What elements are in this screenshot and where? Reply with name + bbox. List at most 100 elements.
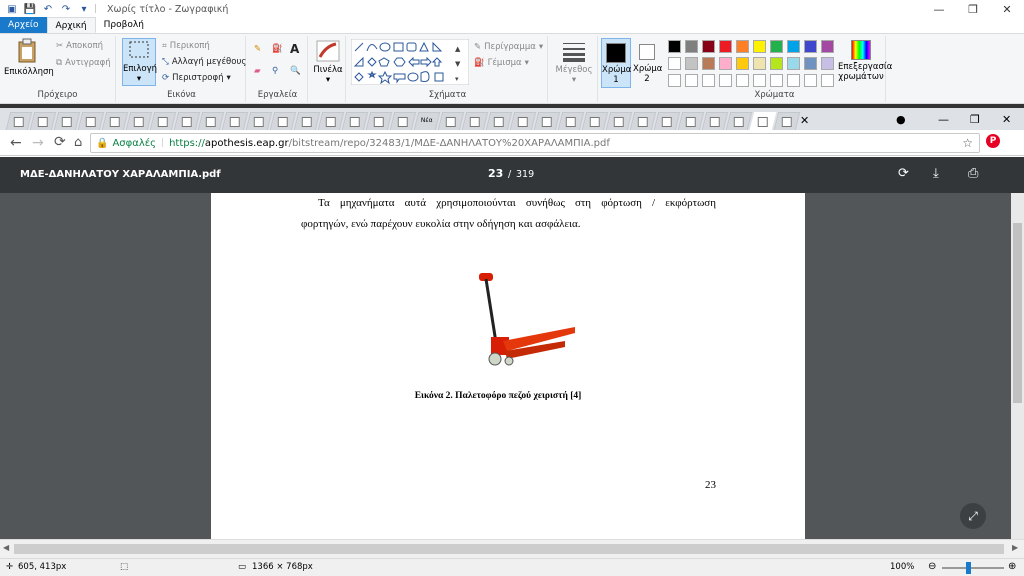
horizontal-scroll-thumb[interactable] — [14, 544, 1004, 554]
vertical-scrollbar[interactable] — [1011, 193, 1024, 539]
browser-tab[interactable] — [605, 112, 633, 130]
browser-tab[interactable] — [341, 112, 369, 130]
pinterest-icon[interactable]: P — [986, 134, 1000, 148]
crop-button[interactable]: ⌗ Περικοπή — [162, 41, 210, 51]
palette-swatch[interactable] — [702, 40, 715, 53]
rotate-pdf-icon[interactable]: ⟳ — [898, 166, 909, 181]
palette-swatch[interactable] — [821, 40, 834, 53]
browser-tab[interactable] — [629, 112, 657, 130]
save-icon[interactable]: 💾 — [24, 3, 36, 15]
palette-swatch[interactable] — [804, 40, 817, 53]
select-button[interactable]: Επιλογή ▾ — [122, 38, 157, 86]
browser-maximize-icon[interactable]: ❐ — [970, 113, 980, 126]
palette-swatch-empty[interactable] — [702, 74, 715, 87]
browser-minimize-icon[interactable]: — — [938, 113, 949, 126]
browser-tab[interactable] — [653, 112, 681, 130]
browser-tab[interactable] — [557, 112, 585, 130]
palette-swatch[interactable] — [770, 40, 783, 53]
shapes-gallery[interactable]: ▲ ▼ ▾ — [351, 39, 469, 85]
tab-close-icon[interactable]: ✕ — [800, 114, 809, 127]
zoom-out-icon[interactable]: ⊖ — [928, 561, 936, 572]
undo-icon[interactable]: ↶ — [42, 3, 54, 15]
browser-tab[interactable]: Νέα — [413, 112, 441, 130]
fill-bucket-icon[interactable]: ⛽ — [272, 44, 283, 54]
back-icon[interactable]: ← — [10, 135, 22, 151]
forward-icon[interactable]: → — [32, 135, 44, 151]
quick-access-dropdown-icon[interactable]: ▾ — [78, 3, 90, 15]
palette-swatch[interactable] — [804, 57, 817, 70]
scroll-right-icon[interactable]: ▶ — [1012, 543, 1018, 552]
browser-tab[interactable] — [293, 112, 321, 130]
fit-page-icon[interactable]: ⤢ — [960, 503, 986, 529]
browser-tab[interactable] — [53, 112, 81, 130]
profile-icon[interactable]: ● — [896, 113, 906, 126]
browser-tab[interactable] — [125, 112, 153, 130]
palette-swatch[interactable] — [685, 40, 698, 53]
browser-tab[interactable] — [149, 112, 177, 130]
palette-swatch-empty[interactable] — [685, 74, 698, 87]
resize-button[interactable]: ⤡ Αλλαγή μεγέθους — [162, 57, 246, 67]
copy-button[interactable]: ⧉ Αντιγραφή — [56, 58, 111, 68]
browser-tab[interactable] — [485, 112, 513, 130]
close-icon[interactable]: ✕ — [990, 0, 1024, 18]
paste-button[interactable]: Επικόλληση — [4, 38, 54, 77]
zoom-slider[interactable] — [942, 567, 1004, 569]
download-icon[interactable]: ⤓ — [933, 166, 939, 181]
palette-swatch[interactable] — [702, 57, 715, 70]
browser-tab[interactable] — [437, 112, 465, 130]
palette-swatch[interactable] — [787, 57, 800, 70]
browser-tab[interactable] — [269, 112, 297, 130]
color2-button[interactable]: Χρώμα 2 — [633, 38, 662, 88]
palette-swatch-empty[interactable] — [736, 74, 749, 87]
palette-swatch[interactable] — [753, 57, 766, 70]
browser-tab[interactable] — [101, 112, 129, 130]
reload-icon[interactable]: ⟳ — [54, 134, 66, 150]
browser-tab[interactable] — [317, 112, 345, 130]
browser-tab[interactable] — [245, 112, 273, 130]
minimize-icon[interactable]: — — [922, 0, 956, 18]
palette-swatch[interactable] — [787, 40, 800, 53]
fill-button[interactable]: ⛽ Γέμισμα ▾ — [474, 58, 529, 68]
browser-tab[interactable] — [677, 112, 705, 130]
browser-tab[interactable] — [389, 112, 417, 130]
tab-view[interactable]: Προβολή — [96, 17, 152, 33]
rotate-button[interactable]: ⟳ Περιστροφή ▾ — [162, 73, 231, 83]
browser-tab[interactable] — [173, 112, 201, 130]
horizontal-scrollbar[interactable]: ◀ ▶ — [0, 539, 1024, 558]
tab-home[interactable]: Αρχική — [46, 17, 96, 33]
edit-colors-button[interactable]: Επεξεργασία χρωμάτων — [838, 40, 892, 82]
zoom-slider-thumb[interactable] — [966, 562, 971, 574]
palette-swatch[interactable] — [770, 57, 783, 70]
palette-swatch-empty[interactable] — [770, 74, 783, 87]
palette-swatch[interactable] — [685, 57, 698, 70]
palette-swatch-empty[interactable] — [787, 74, 800, 87]
cut-button[interactable]: ✂ Αποκοπή — [56, 41, 103, 51]
vertical-scroll-thumb[interactable] — [1013, 223, 1022, 403]
browser-close-icon[interactable]: ✕ — [1002, 113, 1011, 126]
palette-swatch-empty[interactable] — [753, 74, 766, 87]
maximize-icon[interactable]: ❐ — [956, 0, 990, 18]
browser-tab[interactable] — [701, 112, 729, 130]
size-button[interactable]: Μέγεθος ▾ — [554, 40, 594, 85]
palette-swatch[interactable] — [668, 40, 681, 53]
palette-swatch[interactable] — [736, 40, 749, 53]
palette-swatch-empty[interactable] — [804, 74, 817, 87]
browser-tab[interactable] — [509, 112, 537, 130]
palette-swatch-empty[interactable] — [719, 74, 732, 87]
home-icon[interactable]: ⌂ — [74, 135, 82, 150]
browser-tab[interactable] — [5, 112, 33, 130]
current-page-input[interactable]: 23 — [488, 167, 503, 180]
pencil-icon[interactable]: ✎ — [254, 44, 261, 54]
browser-tab[interactable] — [461, 112, 489, 130]
browser-tab[interactable] — [365, 112, 393, 130]
color-picker-icon[interactable]: ⚲ — [272, 66, 278, 76]
palette-swatch[interactable] — [668, 57, 681, 70]
palette-swatch[interactable] — [719, 40, 732, 53]
palette-swatch[interactable] — [719, 57, 732, 70]
print-icon[interactable]: ⎙ — [968, 166, 978, 181]
bookmark-star-icon[interactable]: ☆ — [962, 136, 973, 150]
browser-tab[interactable] — [29, 112, 57, 130]
palette-swatch[interactable] — [736, 57, 749, 70]
palette-swatch[interactable] — [753, 40, 766, 53]
omnibox[interactable]: 🔒 Ασφαλές | https:// apothesis.eap.gr /b… — [90, 133, 980, 153]
